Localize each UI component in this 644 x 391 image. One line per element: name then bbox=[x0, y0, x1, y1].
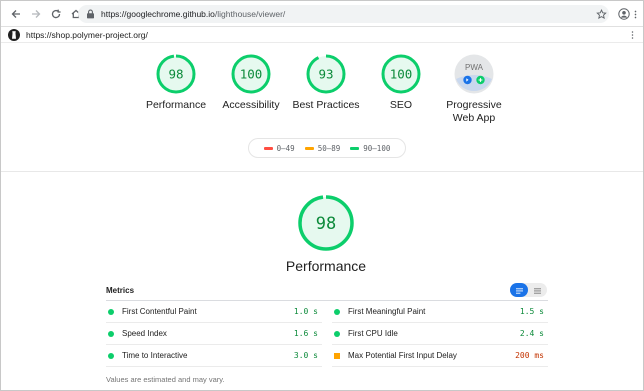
report-menu-icon[interactable] bbox=[627, 28, 637, 42]
legend-item-average: 50–89 bbox=[304, 143, 341, 153]
metric-value: 2.4 s bbox=[519, 329, 544, 338]
average-indicator-icon bbox=[334, 352, 340, 359]
gauge-label: Best Practices bbox=[292, 99, 360, 111]
metric-value: 1.5 s bbox=[519, 307, 544, 316]
gauge-score: 100 bbox=[240, 67, 263, 82]
arrow-left-icon[interactable] bbox=[7, 5, 25, 23]
metrics-footnote: Values are estimated and may vary. bbox=[106, 375, 225, 384]
metric-label: First Meaningful Paint bbox=[348, 307, 426, 316]
metric-label: First CPU Idle bbox=[348, 329, 398, 338]
metric-value: 1.0 s bbox=[293, 307, 318, 316]
toggle-compact-view[interactable] bbox=[510, 283, 528, 297]
legend-swatch-average bbox=[304, 146, 314, 150]
pwa-badge-text: PWA bbox=[465, 63, 484, 72]
performance-score: 98 bbox=[316, 214, 336, 234]
star-icon[interactable] bbox=[593, 5, 609, 23]
legend-item-fail: 0–49 bbox=[263, 143, 295, 153]
legend-item-pass: 90–100 bbox=[350, 144, 390, 153]
gauge-accessibility[interactable]: 100 Accessibility bbox=[211, 53, 291, 112]
pass-indicator-icon bbox=[108, 352, 114, 359]
performance-title: Performance bbox=[285, 258, 367, 274]
metric-first-contentful-paint: First Contentful Paint 1.0 s bbox=[106, 301, 322, 323]
gauge-label: Progressive Web App bbox=[446, 99, 502, 124]
pwa-badge-icon: PWA bbox=[454, 54, 494, 94]
metric-label: Speed Index bbox=[122, 329, 167, 338]
browser-toolbar: https://googlechrome.github.io/lighthous… bbox=[1, 1, 643, 27]
category-scores: 98 Performance 100 Accessibility 93 Best… bbox=[131, 53, 521, 133]
metric-value: 200 ms bbox=[515, 351, 544, 360]
metric-speed-index: Speed Index 1.6 s bbox=[106, 323, 322, 345]
metric-label: First Contentful Paint bbox=[122, 307, 197, 316]
metric-max-potential-fid: Max Potential First Input Delay 200 ms bbox=[332, 345, 548, 367]
score-legend: 0–49 50–89 90–100 bbox=[248, 138, 406, 158]
report-page-url[interactable]: https://shop.polymer-project.org/ bbox=[26, 30, 148, 40]
pass-indicator-icon bbox=[334, 308, 340, 315]
metrics-view-toggle[interactable] bbox=[510, 283, 547, 297]
legend-range: 90–100 bbox=[363, 143, 391, 153]
gauge-pwa[interactable]: PWA Progressive Web App bbox=[434, 53, 514, 125]
pass-indicator-icon bbox=[108, 330, 114, 337]
compact-list-icon bbox=[515, 287, 523, 294]
metric-value: 1.6 s bbox=[293, 329, 318, 338]
metric-time-to-interactive: Time to Interactive 3.0 s bbox=[106, 345, 322, 367]
performance-gauge: 98 bbox=[298, 195, 354, 251]
section-divider bbox=[1, 171, 643, 172]
legend-range: 50–89 bbox=[317, 143, 341, 153]
gauge-label: SEO bbox=[389, 99, 413, 111]
url-path: /lighthouse/viewer/ bbox=[214, 9, 286, 19]
metric-label: Time to Interactive bbox=[122, 351, 188, 360]
toggle-expanded-view[interactable] bbox=[528, 283, 546, 297]
pass-indicator-icon bbox=[108, 308, 114, 315]
gauge-ring: 100 bbox=[381, 54, 421, 94]
metric-value: 3.0 s bbox=[293, 351, 318, 360]
metric-label: Max Potential First Input Delay bbox=[348, 351, 457, 360]
gauge-seo[interactable]: 100 SEO bbox=[361, 53, 441, 112]
legend-swatch-pass bbox=[350, 146, 360, 150]
metric-first-cpu-idle: First CPU Idle 2.4 s bbox=[332, 323, 548, 345]
gauge-ring: 93 bbox=[306, 54, 346, 94]
report-topbar: https://shop.polymer-project.org/ bbox=[1, 27, 643, 43]
gauge-performance[interactable]: 98 Performance bbox=[136, 53, 216, 112]
gauge-score: 100 bbox=[390, 67, 413, 82]
gauge-ring: 100 bbox=[231, 54, 271, 94]
lock-icon bbox=[87, 9, 94, 19]
gauge-best-practices[interactable]: 93 Best Practices bbox=[286, 53, 366, 112]
metrics-header: Metrics bbox=[106, 282, 548, 298]
gauge-ring: 98 bbox=[156, 54, 196, 94]
address-bar[interactable]: https://googlechrome.github.io/lighthous… bbox=[78, 5, 609, 23]
gauge-score: 93 bbox=[318, 67, 333, 82]
lighthouse-logo-icon bbox=[8, 28, 20, 41]
gauge-label: Accessibility bbox=[222, 99, 280, 111]
url-host: https://googlechrome.github.io bbox=[101, 9, 215, 19]
arrow-right-icon[interactable] bbox=[27, 5, 45, 23]
expanded-list-icon bbox=[533, 287, 541, 294]
gauge-label: Performance bbox=[145, 99, 207, 111]
metrics-title: Metrics bbox=[106, 285, 135, 295]
browser-window: https://googlechrome.github.io/lighthous… bbox=[0, 0, 644, 391]
legend-swatch-fail bbox=[263, 146, 273, 150]
reload-icon[interactable] bbox=[47, 5, 65, 23]
kebab-menu-icon[interactable] bbox=[629, 5, 641, 23]
gauge-score: 98 bbox=[168, 67, 183, 82]
address-url: https://googlechrome.github.io/lighthous… bbox=[101, 9, 285, 19]
legend-range: 0–49 bbox=[276, 143, 295, 153]
pass-indicator-icon bbox=[334, 330, 340, 337]
metric-first-meaningful-paint: First Meaningful Paint 1.5 s bbox=[332, 301, 548, 323]
